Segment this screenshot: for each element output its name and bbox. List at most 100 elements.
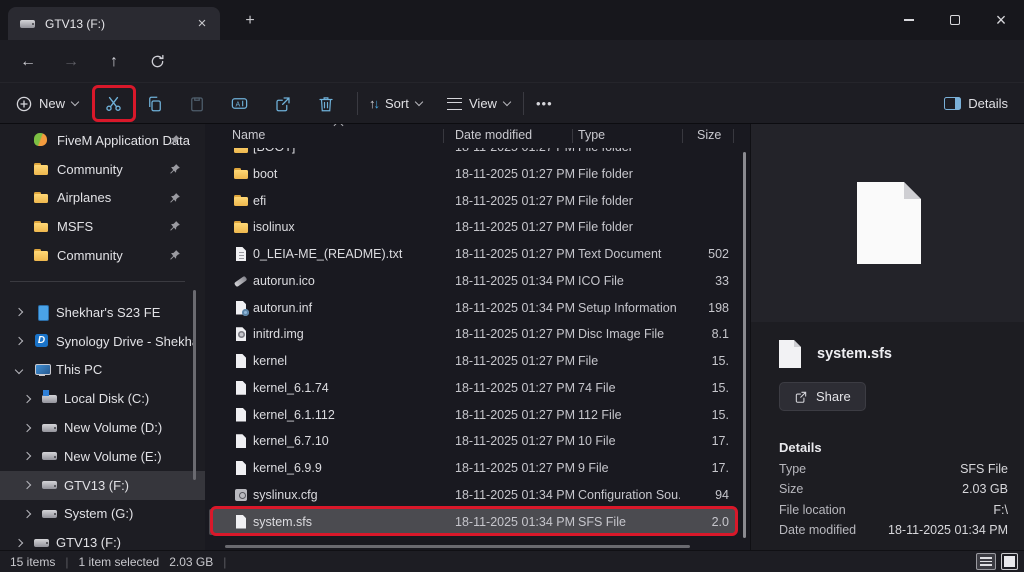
file-date: 18-11-2025 01:34 PM (455, 488, 573, 502)
table-row[interactable]: kernel 18-11-2025 01:27 PM File 15. (205, 348, 750, 375)
sidebar-item-new-volume-d[interactable]: New Volume (D:) (0, 413, 205, 442)
details-pane-toggle[interactable]: Details (944, 83, 1008, 124)
sidebar-item-local-disk-c[interactable]: Local Disk (C:) (0, 384, 205, 413)
sort-arrows-icon: ↑↓ (369, 96, 378, 111)
sidebar-item-gtv13-f-2[interactable]: GTV13 (F:) (0, 528, 205, 550)
rename-button[interactable]: A (230, 83, 249, 124)
explorer-tab[interactable]: GTV13 (F:) × (8, 7, 220, 40)
view-toggles (976, 553, 1018, 570)
sidebar-item-community-1[interactable]: Community (0, 155, 205, 184)
sidebar-item-system-g[interactable]: System (G:) (0, 500, 205, 529)
forward-button[interactable]: → (58, 49, 84, 75)
cut-highlight-box (92, 85, 136, 122)
details-view-toggle-icon[interactable] (976, 553, 996, 570)
file-name: kernel (253, 354, 439, 368)
document-preview-icon (857, 182, 921, 264)
delete-button[interactable] (317, 83, 335, 124)
column-divider[interactable] (733, 129, 734, 143)
sidebar-item-phone[interactable]: Shekhar's S23 FE (0, 298, 205, 327)
column-header-name[interactable]: Name (232, 128, 265, 142)
table-row[interactable]: boot 18-11-2025 01:27 PM File folder (205, 161, 750, 188)
sidebar-item-new-volume-e[interactable]: New Volume (E:) (0, 442, 205, 471)
file-type: File folder (578, 167, 680, 181)
tab-close-icon[interactable]: × (192, 14, 212, 34)
sort-button[interactable]: ↑↓ Sort (369, 83, 422, 124)
file-date: 18-11-2025 01:34 PM (455, 301, 573, 315)
detail-field-size: Size 2.03 GB (779, 482, 1008, 502)
file-date: 18-11-2025 01:27 PM (455, 247, 573, 261)
share-icon (794, 390, 808, 404)
new-button-label: New (39, 96, 65, 111)
table-row[interactable]: kernel_6.9.9 18-11-2025 01:27 PM 9 File … (205, 455, 750, 482)
refresh-button[interactable] (144, 49, 170, 75)
back-button[interactable]: ← (15, 49, 41, 75)
file-date: 18-11-2025 01:27 PM (455, 434, 573, 448)
sidebar-item-community-2[interactable]: Community (0, 241, 205, 270)
sidebar-item-label: This PC (56, 362, 102, 377)
new-button[interactable]: New (16, 83, 78, 124)
up-button[interactable]: ↑ (101, 49, 127, 75)
table-row[interactable]: kernel_6.1.74 18-11-2025 01:27 PM 74 Fil… (205, 375, 750, 402)
horizontal-scrollbar[interactable] (225, 545, 690, 548)
details-fields: Type SFS File Size 2.03 GB File location… (779, 462, 1008, 543)
field-label: Size (779, 482, 803, 502)
column-header-date[interactable]: Date modified (455, 128, 532, 142)
detail-field-location: File location F:\ (779, 503, 1008, 523)
table-row[interactable]: syslinux.cfg 18-11-2025 01:34 PM Configu… (205, 482, 750, 509)
sidebar-item-gtv13-f[interactable]: GTV13 (F:) (0, 471, 205, 500)
file-size: 15. (645, 354, 729, 368)
column-divider[interactable] (572, 129, 573, 143)
table-row[interactable]: efi 18-11-2025 01:27 PM File folder (205, 188, 750, 215)
maximize-button[interactable] (932, 0, 978, 40)
folder-icon (33, 161, 49, 177)
sidebar-item-fivem[interactable]: FiveM Application Data (0, 126, 205, 155)
view-button[interactable]: View (447, 83, 510, 124)
sidebar-item-label: GTV13 (F:) (64, 478, 129, 493)
more-options-button[interactable]: ••• (536, 83, 553, 124)
detail-field-type: Type SFS File (779, 462, 1008, 482)
copy-button[interactable] (146, 83, 164, 124)
sidebar-item-msfs[interactable]: MSFS (0, 212, 205, 241)
file-preview (751, 124, 1024, 322)
sidebar-item-this-pc[interactable]: This PC (0, 356, 205, 385)
share-button[interactable]: Share (779, 382, 866, 411)
sidebar-item-airplanes[interactable]: Airplanes (0, 184, 205, 213)
folder-icon (33, 190, 49, 206)
column-divider[interactable] (443, 129, 444, 143)
table-row[interactable]: initrd.img 18-11-2025 01:27 PM Disc Imag… (205, 321, 750, 348)
document-icon (779, 340, 801, 368)
new-tab-button[interactable]: + (238, 9, 262, 33)
file-icon (233, 353, 249, 369)
paste-button[interactable] (188, 83, 206, 124)
svg-text:A: A (236, 100, 241, 108)
table-row[interactable]: kernel_6.7.10 18-11-2025 01:27 PM 10 Fil… (205, 428, 750, 455)
sidebar-scrollbar[interactable] (193, 290, 196, 480)
tab-title: GTV13 (F:) (45, 17, 192, 31)
thumbnail-view-toggle-icon[interactable] (1001, 553, 1018, 570)
rename-icon: A (230, 94, 249, 113)
sidebar-item-synology[interactable]: Synology Drive - Shekhar-NA (0, 327, 205, 356)
close-button[interactable]: × (978, 0, 1024, 40)
table-row[interactable]: autorun.ico 18-11-2025 01:34 PM ICO File… (205, 268, 750, 295)
selected-file-name: system.sfs (817, 346, 892, 362)
column-divider[interactable] (682, 129, 683, 143)
column-header-type[interactable]: Type (578, 128, 605, 142)
share-button-toolbar[interactable] (274, 83, 292, 124)
field-value: 18-11-2025 01:34 PM (888, 523, 1008, 543)
minimize-button[interactable] (886, 0, 932, 40)
table-row[interactable]: 0_LEIA-ME_(README).txt 18-11-2025 01:27 … (205, 241, 750, 268)
file-date: 18-11-2025 01:27 PM (455, 461, 573, 475)
circle-plus-icon (16, 96, 32, 112)
file-date: 18-11-2025 01:27 PM (455, 381, 573, 395)
table-row[interactable]: kernel_6.1.112 18-11-2025 01:27 PM 112 F… (205, 402, 750, 429)
tree-section: Shekhar's S23 FE Synology Drive - Shekha… (0, 298, 205, 550)
text-file-icon (233, 246, 249, 262)
column-header-size[interactable]: Size (697, 128, 721, 142)
table-row[interactable]: isolinux 18-11-2025 01:27 PM File folder (205, 214, 750, 241)
file-type: File folder (578, 220, 680, 234)
ellipsis-icon: ••• (536, 96, 553, 111)
chevron-right-icon (23, 481, 31, 489)
selected-file-highlight-box (210, 506, 738, 536)
table-row[interactable]: autorun.inf 18-11-2025 01:34 PM Setup In… (205, 295, 750, 322)
file-name: isolinux (253, 220, 439, 234)
